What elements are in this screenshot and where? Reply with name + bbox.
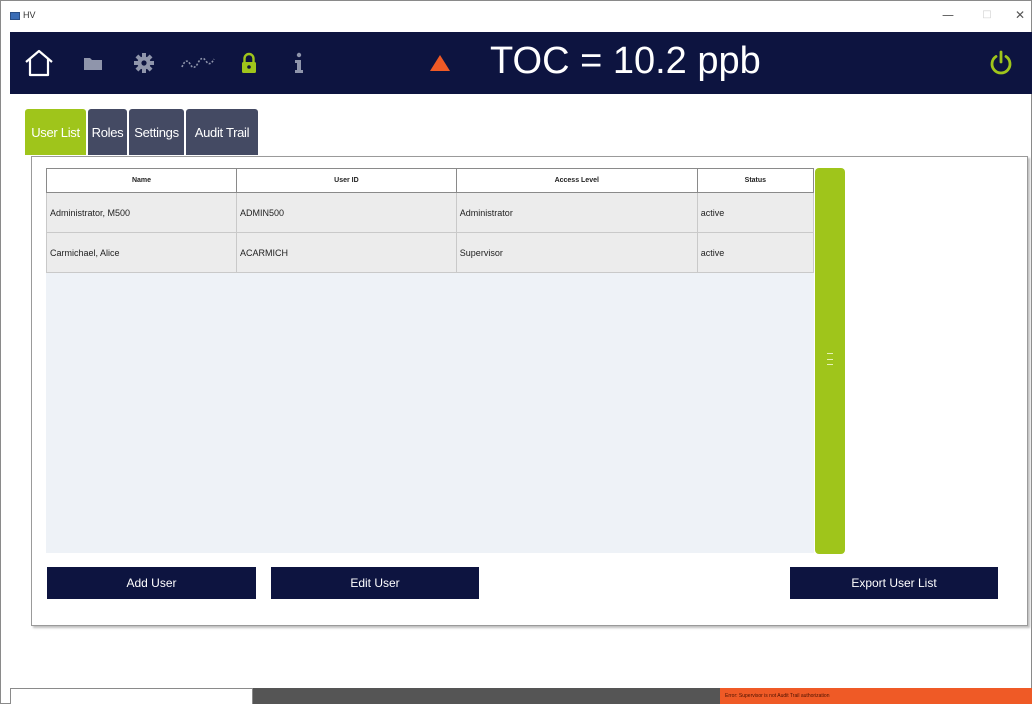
gear-icon[interactable] <box>128 32 160 94</box>
status-field <box>10 688 253 704</box>
title-bar: HV — □ ✕ <box>1 1 1031 31</box>
tab-settings[interactable]: Settings <box>129 109 184 155</box>
table-scrollbar[interactable] <box>815 168 845 554</box>
column-header-access-level[interactable]: Access Level <box>455 168 698 193</box>
app-icon <box>10 12 20 20</box>
info-icon[interactable] <box>285 32 313 94</box>
cell-user-id: ADMIN500 <box>236 192 457 233</box>
column-header-user-id[interactable]: User ID <box>236 168 457 193</box>
toc-readout: TOC = 10.2 ppb <box>490 40 761 82</box>
window-title: HV <box>23 10 36 20</box>
alarm-triangle-icon[interactable] <box>428 32 452 94</box>
app-window: HV — □ ✕ TOC = 10.2 ppb User List Roles … <box>0 0 1032 704</box>
trend-icon[interactable] <box>178 32 218 94</box>
tab-user-list[interactable]: User List <box>25 109 86 155</box>
status-bar: Error: Supervisor is not Audit Trail aut… <box>10 688 1032 704</box>
export-user-list-button[interactable]: Export User List <box>790 567 998 599</box>
minimize-button[interactable]: — <box>938 6 958 24</box>
cell-name: Administrator, M500 <box>46 192 237 233</box>
add-user-button[interactable]: Add User <box>47 567 256 599</box>
tab-audit-trail[interactable]: Audit Trail <box>186 109 258 155</box>
tab-roles[interactable]: Roles <box>88 109 127 155</box>
lock-icon[interactable] <box>235 32 263 94</box>
edit-user-button[interactable]: Edit User <box>271 567 479 599</box>
table-header-row: Name User ID Access Level Status <box>46 168 815 193</box>
user-table: Name User ID Access Level Status Adminis… <box>46 168 815 273</box>
home-icon[interactable] <box>20 32 58 94</box>
error-message: Error: Supervisor is not Audit Trail aut… <box>720 688 1032 704</box>
close-button[interactable]: ✕ <box>1010 6 1030 24</box>
folder-icon[interactable] <box>78 32 108 94</box>
column-header-status[interactable]: Status <box>696 168 815 193</box>
main-toolbar: TOC = 10.2 ppb <box>10 32 1032 94</box>
cell-access-level: Supervisor <box>455 232 698 273</box>
tab-bar: User List Roles Settings Audit Trail <box>25 109 258 155</box>
cell-name: Carmichael, Alice <box>46 232 237 273</box>
cell-status: active <box>696 192 815 233</box>
column-header-name[interactable]: Name <box>46 168 237 193</box>
scroll-grip-icon[interactable] <box>827 353 833 365</box>
cell-user-id: ACARMICH <box>236 232 457 273</box>
table-row[interactable]: Administrator, M500 ADMIN500 Administrat… <box>46 192 815 233</box>
cell-access-level: Administrator <box>455 192 698 233</box>
power-icon[interactable] <box>984 32 1018 94</box>
cell-status: active <box>696 232 815 273</box>
table-row[interactable]: Carmichael, Alice ACARMICH Supervisor ac… <box>46 232 815 273</box>
maximize-button[interactable]: □ <box>977 6 997 24</box>
